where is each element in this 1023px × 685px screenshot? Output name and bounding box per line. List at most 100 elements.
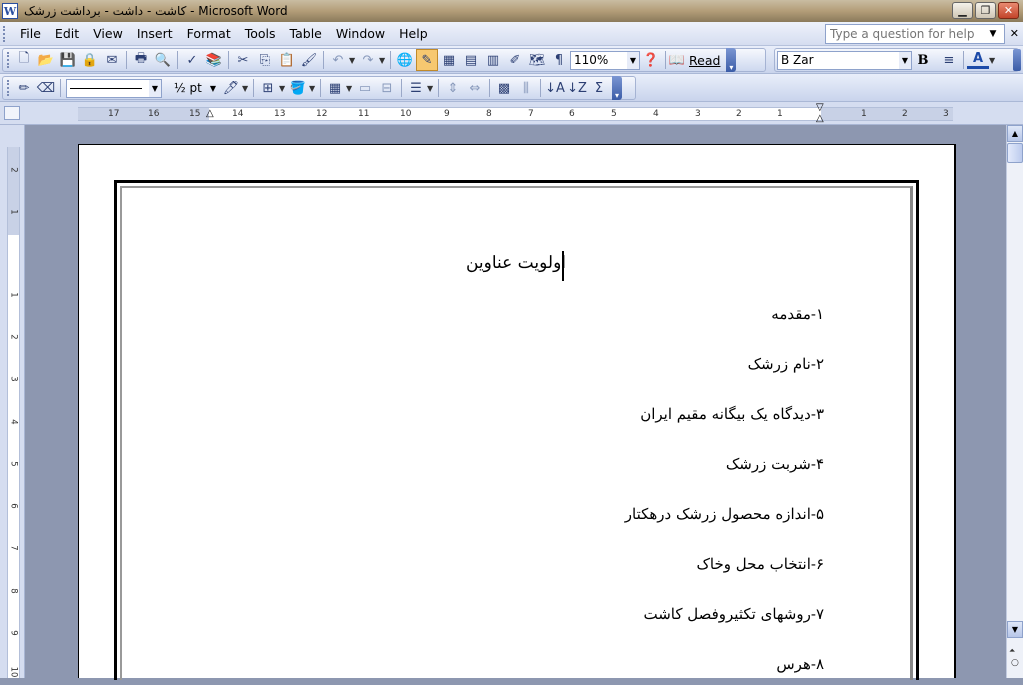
open-folder-icon[interactable]: 📂 <box>35 49 57 71</box>
save-icon[interactable]: 💾 <box>57 49 79 71</box>
tables-borders-icon[interactable]: ✎ <box>416 49 438 71</box>
autoformat-icon[interactable]: ▩ <box>493 77 515 99</box>
distribute-columns-icon[interactable]: ⇔ <box>464 77 486 99</box>
chevron-down-icon[interactable]: ▼ <box>899 51 911 69</box>
new-document-icon[interactable]: 🗋 <box>13 49 35 71</box>
permission-icon[interactable]: 🔒 <box>79 49 101 71</box>
split-cells-icon[interactable]: ⊟ <box>376 77 398 99</box>
font-color-dropdown-icon[interactable]: ▼ <box>989 56 997 65</box>
eraser-icon[interactable]: ⌫ <box>35 77 57 99</box>
menu-help[interactable]: Help <box>392 26 435 41</box>
list-item[interactable]: ۷-روشهای تکثیروفصل کاشت <box>324 605 824 623</box>
line-style-select[interactable]: ▼ <box>66 78 162 98</box>
toolbar-grip[interactable] <box>7 80 11 96</box>
list-item[interactable]: ۱-مقدمه <box>324 305 824 323</box>
menu-format[interactable]: Format <box>180 26 238 41</box>
menu-edit[interactable]: Edit <box>48 26 86 41</box>
sort-descending-icon[interactable]: ↓Z <box>566 77 588 99</box>
shading-dropdown-icon[interactable]: ▼ <box>309 84 317 93</box>
shading-color-icon[interactable]: 🪣 <box>287 77 309 99</box>
undo-icon[interactable]: ↶ <box>327 49 349 71</box>
cut-icon[interactable]: ✂ <box>232 49 254 71</box>
read-mode-icon[interactable]: 📖 <box>669 49 685 71</box>
research-icon[interactable]: 📚 <box>203 49 225 71</box>
maximize-button[interactable]: ❐ <box>975 2 996 19</box>
insert-excel-icon[interactable]: ▤ <box>460 49 482 71</box>
vertical-ruler[interactable]: 2 1 1 2 3 4 5 6 7 8 9 10 <box>7 147 20 678</box>
columns-icon[interactable]: ▥ <box>482 49 504 71</box>
bold-button[interactable]: B <box>912 49 934 71</box>
toolbar-options-icon[interactable]: ▾ <box>726 48 737 72</box>
toolbar-grip[interactable] <box>7 52 11 68</box>
document-map-icon[interactable]: 🗺 <box>526 49 548 71</box>
previous-page-icon[interactable]: ⏶ <box>1009 646 1015 656</box>
toolbar-options-icon[interactable]: ▾ <box>612 76 622 100</box>
menu-file[interactable]: File <box>13 26 48 41</box>
email-icon[interactable]: ✉ <box>101 49 123 71</box>
chevron-down-icon[interactable]: ▼ <box>149 79 161 97</box>
format-painter-icon[interactable]: 🖌 <box>298 49 320 71</box>
read-button[interactable]: Read <box>685 53 724 68</box>
menu-window[interactable]: Window <box>329 26 392 41</box>
menu-table[interactable]: Table <box>283 26 329 41</box>
list-item[interactable]: ۸-هرس <box>324 655 824 673</box>
show-hide-pilcrow-icon[interactable]: ¶ <box>548 49 570 71</box>
menu-grip[interactable] <box>3 25 7 42</box>
redo-icon[interactable]: ↷ <box>357 49 379 71</box>
sort-ascending-icon[interactable]: ↓A <box>544 77 566 99</box>
toolbar-options-icon[interactable] <box>1013 49 1021 71</box>
print-preview-icon[interactable]: 🔍 <box>152 49 174 71</box>
list-item[interactable]: ۳-دیدگاه یک بیگانه مقیم ایران <box>324 405 824 423</box>
align-dropdown-icon[interactable]: ▼ <box>427 84 435 93</box>
help-search-input[interactable] <box>826 26 986 42</box>
redo-dropdown-icon[interactable]: ▼ <box>379 56 387 65</box>
align-justify-icon[interactable]: ≡ <box>938 49 960 71</box>
font-color-icon[interactable]: A <box>967 51 989 69</box>
chevron-down-icon[interactable]: ▼ <box>986 29 1000 39</box>
chevron-down-icon[interactable]: ▼ <box>627 51 639 69</box>
distribute-rows-icon[interactable]: ⇕ <box>442 77 464 99</box>
first-line-indent-marker-icon[interactable]: ▽ <box>816 103 824 113</box>
document-close-icon[interactable]: ✕ <box>1010 27 1019 40</box>
menu-view[interactable]: View <box>86 26 130 41</box>
insert-table-icon[interactable]: ▦ <box>324 77 346 99</box>
border-color-icon[interactable]: 🖊 <box>220 77 242 99</box>
scroll-down-icon[interactable]: ▼ <box>1007 621 1023 638</box>
scroll-thumb[interactable] <box>1007 143 1023 163</box>
insert-table-icon[interactable]: ▦ <box>438 49 460 71</box>
left-indent-marker-icon[interactable]: △ <box>206 108 214 120</box>
insert-table-dropdown-icon[interactable]: ▼ <box>346 84 354 93</box>
border-color-dropdown-icon[interactable]: ▼ <box>242 84 250 93</box>
draw-table-icon[interactable]: ✏ <box>13 77 35 99</box>
tab-selector[interactable] <box>4 106 20 120</box>
document-body[interactable]: ۱-مقدمه ۲-نام زرشک ۳-دیدگاه یک بیگانه مق… <box>79 145 824 685</box>
spelling-icon[interactable]: ✓ <box>181 49 203 71</box>
list-item[interactable]: ۶-انتخاب محل وخاک <box>324 555 825 573</box>
text-direction-icon[interactable]: ⫼ <box>515 77 537 99</box>
list-item[interactable]: ۵-اندازه محصول زرشک درهکتار <box>324 505 824 523</box>
browse-object-icon[interactable]: ○ <box>1011 658 1019 668</box>
horizontal-ruler[interactable]: 17 16 15 14 13 12 11 10 9 8 7 6 5 4 3 2 … <box>78 103 953 124</box>
word-app-icon[interactable]: W <box>2 3 18 19</box>
chevron-down-icon[interactable]: ▼ <box>207 80 219 97</box>
list-item[interactable]: ۲-نام زرشک <box>324 355 824 373</box>
merge-cells-icon[interactable]: ▭ <box>354 77 376 99</box>
font-select[interactable]: B Zar ▼ <box>777 50 912 70</box>
menu-insert[interactable]: Insert <box>130 26 180 41</box>
border-dropdown-icon[interactable]: ▼ <box>279 84 287 93</box>
undo-dropdown-icon[interactable]: ▼ <box>349 56 357 65</box>
paste-icon[interactable]: 📋 <box>276 49 298 71</box>
scroll-up-icon[interactable]: ▲ <box>1007 125 1023 142</box>
copy-icon[interactable]: ⎘ <box>254 49 276 71</box>
drawing-icon[interactable]: ✐ <box>504 49 526 71</box>
line-weight-select[interactable]: ½ pt ▼ <box>170 79 220 98</box>
list-item[interactable]: ۴-شربت زرشک <box>324 455 824 473</box>
menu-tools[interactable]: Tools <box>238 26 283 41</box>
minimize-button[interactable]: ▁ <box>952 2 973 19</box>
autosum-icon[interactable]: Σ <box>588 77 610 99</box>
zoom-select[interactable]: 110% ▼ <box>570 50 640 70</box>
vertical-scrollbar[interactable]: ▲ ▼ ⏶ ○ <box>1006 125 1023 678</box>
document-page[interactable]: اولویت عناوین ۱-مقدمه ۲-نام زرشک ۳-دیدگا… <box>78 144 956 680</box>
outside-border-icon[interactable]: ⊞ <box>257 77 279 99</box>
print-icon[interactable]: 🖶 <box>130 49 152 71</box>
